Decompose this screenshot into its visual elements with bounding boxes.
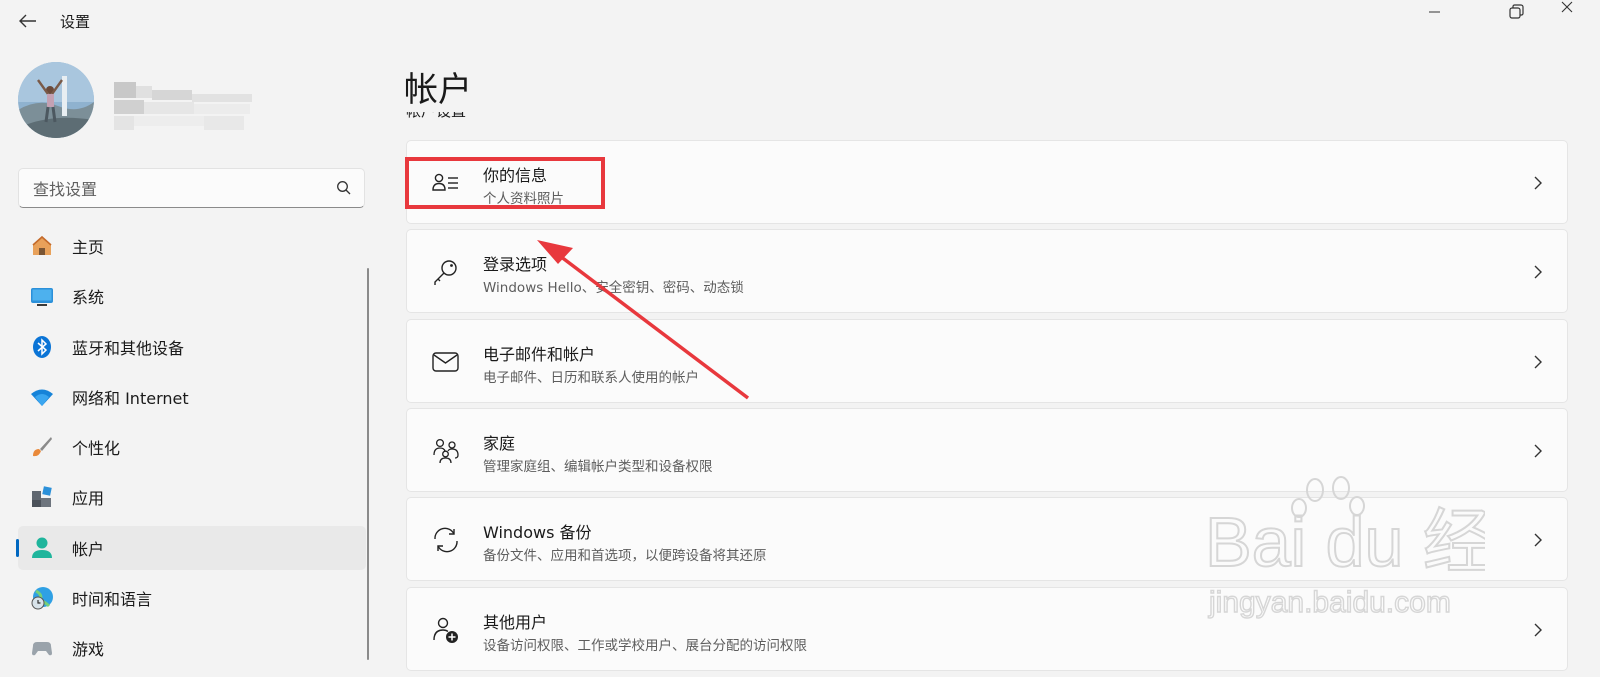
sidebar-item-label: 个性化 — [72, 439, 121, 459]
chevron-right-icon — [1534, 265, 1542, 279]
card-subtitle: 设备访问权限、工作或学校用户、展台分配的访问权限 — [483, 638, 807, 654]
search-box[interactable] — [18, 168, 365, 209]
chevron-right-icon — [1534, 444, 1542, 458]
wifi-icon — [31, 389, 53, 406]
chevron-right-icon — [1534, 355, 1542, 369]
sidebar-item-label: 蓝牙和其他设备 — [72, 338, 185, 358]
sidebar-item-bluetooth[interactable]: 蓝牙和其他设备 — [18, 325, 366, 369]
sidebar-item-label: 时间和语言 — [72, 590, 153, 610]
sidebar-item-apps[interactable]: 应用 — [18, 475, 366, 519]
chevron-right-icon — [1534, 623, 1542, 637]
system-display-icon — [31, 288, 53, 307]
search-icon[interactable] — [336, 180, 352, 196]
user-name-blurred — [100, 78, 260, 134]
gaming-icon — [32, 642, 52, 656]
svg-text:Bai du 经验: Bai du 经验 — [1205, 503, 1485, 581]
section-label: 帐户设置 — [406, 112, 466, 126]
title-bar: 设置 — [0, 0, 1600, 44]
card-title: 登录选项 — [483, 255, 548, 274]
restore-button[interactable] — [1505, 2, 1527, 22]
card-subtitle: 电子邮件、日历和联系人使用的帐户 — [483, 370, 699, 386]
card-email-accounts[interactable]: 电子邮件和帐户 电子邮件、日历和联系人使用的帐户 — [406, 319, 1568, 403]
avatar-photo — [18, 62, 94, 138]
time-language-icon — [31, 587, 53, 610]
add-user-icon — [433, 617, 458, 643]
family-icon — [433, 438, 459, 464]
card-subtitle: 备份文件、应用和首选项，以便跨设备将其还原 — [483, 548, 767, 564]
card-title: 家庭 — [483, 434, 516, 453]
restore-icon — [1509, 4, 1524, 19]
window-title: 设置 — [60, 13, 91, 31]
svg-text:jingyan.baidu.com: jingyan.baidu.com — [1208, 586, 1451, 619]
apps-icon — [32, 486, 52, 508]
close-icon — [1561, 1, 1573, 13]
sidebar-item-system[interactable]: 系统 — [18, 274, 366, 318]
home-icon — [32, 235, 52, 255]
card-sign-in-options[interactable]: 登录选项 Windows Hello、安全密钥、密码、动态锁 — [406, 229, 1568, 313]
sidebar-item-label: 主页 — [72, 238, 105, 257]
sidebar-item-label: 游戏 — [72, 640, 105, 660]
annotation-highlight-box — [405, 157, 605, 209]
card-title: 电子邮件和帐户 — [483, 345, 596, 364]
brush-icon — [33, 437, 52, 457]
back-button[interactable] — [14, 8, 42, 34]
backup-sync-icon — [434, 527, 458, 553]
avatar[interactable] — [18, 62, 94, 138]
mail-icon — [432, 352, 459, 372]
minimize-button[interactable] — [1420, 4, 1450, 22]
card-subtitle: Windows Hello、安全密钥、密码、动态锁 — [483, 280, 744, 296]
sidebar-item-gaming[interactable]: 游戏 — [18, 626, 366, 670]
chevron-right-icon — [1534, 533, 1542, 547]
sidebar-nav: 主页 系统 蓝牙和其他设备 网络和 Internet 个性化 应用 帐户 时间和… — [16, 224, 366, 677]
sidebar-item-label: 应用 — [72, 489, 105, 509]
sidebar-scrollbar[interactable] — [367, 268, 369, 660]
bluetooth-icon — [33, 335, 51, 358]
page-title: 帐户 — [404, 70, 472, 110]
back-arrow-icon — [19, 14, 36, 28]
selection-indicator — [16, 538, 19, 557]
sidebar-item-personalization[interactable]: 个性化 — [18, 425, 366, 469]
card-subtitle: 管理家庭组、编辑帐户类型和设备权限 — [483, 459, 713, 475]
search-input[interactable] — [31, 169, 335, 209]
account-icon — [32, 537, 52, 558]
close-button[interactable] — [1556, 0, 1576, 20]
sidebar-item-label: 帐户 — [72, 539, 105, 559]
key-icon — [434, 260, 457, 285]
sidebar-item-time-language[interactable]: 时间和语言 — [18, 576, 366, 620]
chevron-right-icon — [1534, 176, 1542, 190]
sidebar-item-home[interactable]: 主页 — [18, 224, 366, 268]
sidebar-item-accounts[interactable]: 帐户 — [16, 525, 366, 570]
baidu-jingyan-watermark: Bai du 经验 jingyan.baidu.com — [1205, 476, 1485, 620]
sidebar-item-label: 系统 — [72, 288, 105, 308]
sidebar-item-label: 网络和 Internet — [72, 388, 189, 408]
card-title: Windows 备份 — [483, 523, 592, 542]
card-title: 其他用户 — [483, 613, 548, 632]
sidebar-item-network[interactable]: 网络和 Internet — [18, 375, 366, 419]
minimize-icon — [1429, 11, 1440, 13]
